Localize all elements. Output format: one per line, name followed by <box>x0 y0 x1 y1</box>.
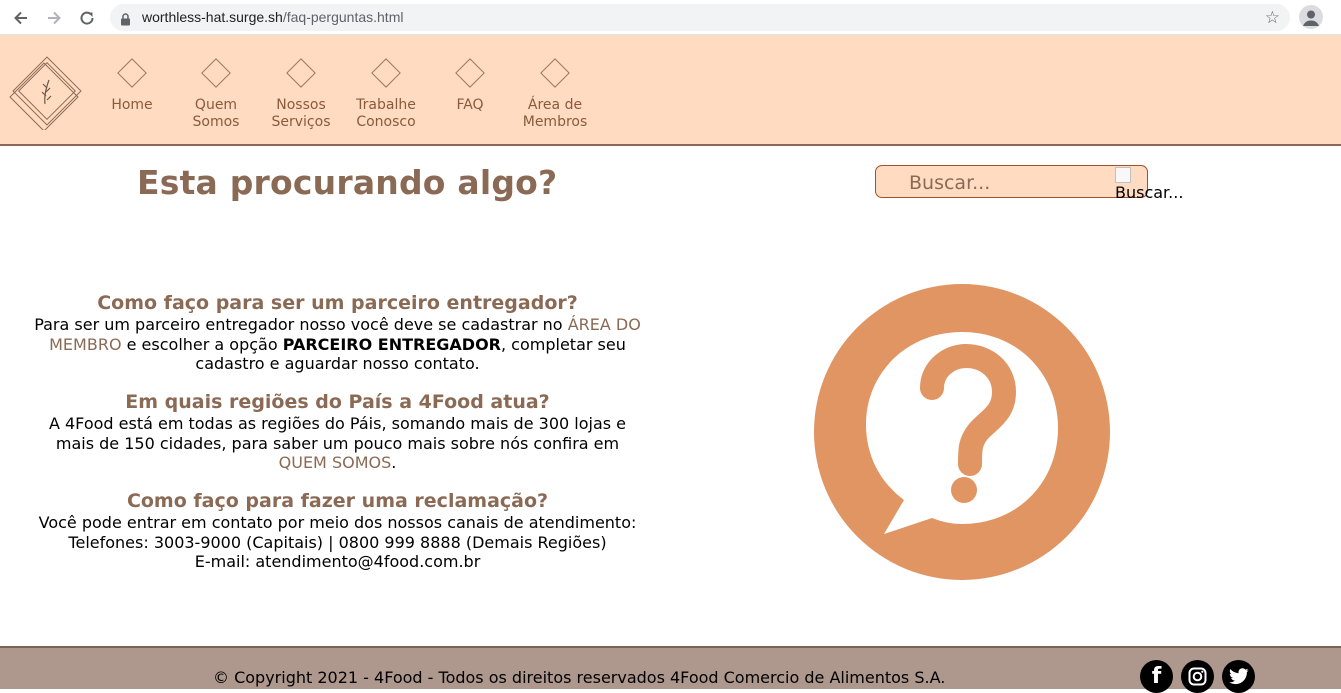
search-button-alt-text: Buscar... <box>1115 183 1184 202</box>
back-arrow-icon[interactable] <box>9 6 33 30</box>
faq-question: Como faço para ser um parceiro entregado… <box>97 292 578 314</box>
bookmark-star-icon[interactable]: ☆ <box>1265 8 1280 28</box>
faq-answer-text: e escolher a opção <box>121 334 283 354</box>
faq-item: Como faço para ser um parceiro entregado… <box>30 292 645 374</box>
nav-item-nossos-servicos[interactable]: Nossos Serviços <box>266 55 336 131</box>
forward-arrow-icon[interactable] <box>42 6 66 30</box>
faq-question: Como faço para fazer uma reclamação? <box>126 490 549 512</box>
nav-item-area-de-membros[interactable]: Área de Membros <box>520 55 590 131</box>
copyright-text: © Copyright 2021 - 4Food - Todos os dire… <box>213 668 946 687</box>
nav-label-faq: FAQ <box>456 97 484 113</box>
quem-somos-link[interactable]: QUEM SOMOS <box>279 453 392 472</box>
nav-label-area-de-membros: Área de Membros <box>522 97 588 130</box>
faq-answer-text: Para ser um parceiro entregador nosso vo… <box>34 315 568 334</box>
faq-answer: Para ser um parceiro entregador nosso vo… <box>30 315 645 374</box>
nav-item-trabalhe-conosco[interactable]: Trabalhe Conosco <box>351 55 421 131</box>
url-domain: worthless-hat.surge.sh <box>142 9 283 25</box>
nav-label-trabalhe-conosco: Trabalhe Conosco <box>356 97 416 130</box>
address-bar[interactable]: worthless-hat.surge.sh/faq-perguntas.htm… <box>110 4 1290 31</box>
lock-icon <box>120 11 131 30</box>
faq-item: Como faço para fazer uma reclamação? Voc… <box>30 490 645 572</box>
faq-answer: A 4Food está em todas as regiões do Páis… <box>30 414 645 473</box>
faq-answer-bold: PARCEIRO ENTREGADOR <box>282 334 501 354</box>
faq-question: Em quais regiões do País a 4Food atua? <box>125 391 550 413</box>
nav-label-home: Home <box>111 97 153 113</box>
nav-label-quem-somos: Quem Somos <box>192 97 240 130</box>
url-path: /faq-perguntas.html <box>282 9 404 25</box>
nav-label-nossos-servicos: Nossos Serviços <box>271 97 331 130</box>
faq-answer-line: E-mail: atendimento@4food.com.br <box>194 552 481 571</box>
nav-item-home[interactable]: Home <box>97 55 167 114</box>
instagram-icon[interactable] <box>1181 660 1214 693</box>
search-button[interactable]: Buscar... <box>1115 167 1185 203</box>
site-footer: © Copyright 2021 - 4Food - Todos os dire… <box>0 646 1341 693</box>
url-text: worthless-hat.surge.sh/faq-perguntas.htm… <box>142 9 403 25</box>
facebook-icon[interactable]: f <box>1140 660 1173 693</box>
question-bubble-icon <box>814 284 1110 580</box>
faq-item: Em quais regiões do País a 4Food atua? A… <box>30 391 645 473</box>
diamond-icon <box>117 58 147 88</box>
nav-item-quem-somos[interactable]: Quem Somos <box>181 55 251 131</box>
faq-answer: Você pode entrar em contato por meio dos… <box>30 513 645 572</box>
faq-answer-text: . <box>391 453 397 472</box>
search-input-box[interactable]: Buscar... <box>875 165 1148 198</box>
browser-toolbar: worthless-hat.surge.sh/faq-perguntas.htm… <box>0 0 1341 35</box>
diamond-icon <box>201 58 231 88</box>
profile-avatar-icon[interactable] <box>1299 5 1323 29</box>
diamond-icon <box>286 58 316 88</box>
faq-answer-text: A 4Food está em todas as regiões do Páis… <box>48 414 627 453</box>
facebook-glyph: f <box>1151 664 1162 689</box>
twitter-icon[interactable] <box>1222 660 1255 693</box>
broken-image-icon <box>1115 167 1131 183</box>
search-input[interactable]: Buscar... <box>909 172 990 194</box>
faq-answer-line: Telefones: 3003-9000 (Capitais) | 0800 9… <box>68 532 607 552</box>
diamond-icon <box>371 58 401 88</box>
brand-logo[interactable] <box>8 52 86 132</box>
page-title: Esta procurando algo? <box>137 163 558 202</box>
faq-answer-line: Você pode entrar em contato por meio dos… <box>38 513 637 532</box>
nav-item-faq[interactable]: FAQ <box>435 55 505 114</box>
reload-icon[interactable] <box>75 6 99 30</box>
diamond-icon <box>540 58 570 88</box>
site-header: Home Quem Somos Nossos Serviços Trabalhe… <box>0 35 1341 146</box>
diamond-icon <box>455 58 485 88</box>
